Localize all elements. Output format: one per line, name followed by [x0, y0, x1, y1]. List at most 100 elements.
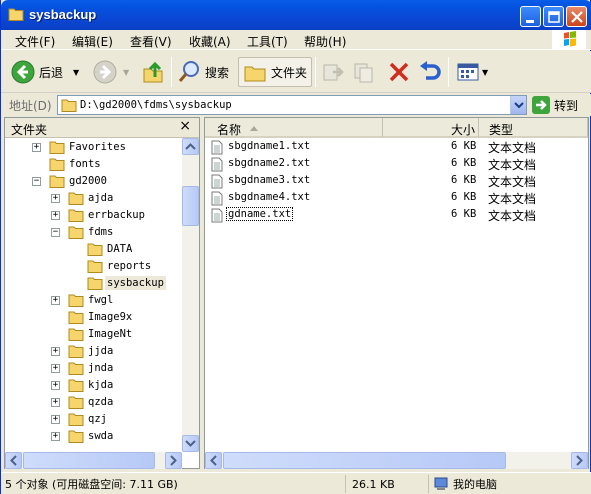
expand-icon[interactable]: +: [32, 143, 41, 152]
column-header-type[interactable]: 类型: [479, 118, 588, 138]
maximize-button[interactable]: [543, 6, 564, 27]
folder-tree-item[interactable]: reports: [5, 258, 183, 275]
folder-icon: [87, 277, 103, 290]
file-type: 文本文档: [488, 209, 537, 223]
go-label: 转到: [554, 98, 579, 113]
column-header-name[interactable]: 名称: [205, 118, 383, 138]
menu-file[interactable]: 文件(F): [15, 33, 55, 50]
file-type: 文本文档: [488, 175, 537, 189]
folder-icon: [8, 8, 24, 21]
views-button[interactable]: ▼: [456, 57, 488, 87]
collapse-icon[interactable]: −: [51, 228, 60, 237]
folder-tree-item[interactable]: ImageNt: [5, 326, 183, 343]
scroll-down-button[interactable]: [182, 435, 199, 452]
folder-tree-item[interactable]: sysbackup: [5, 275, 183, 292]
back-dropdown-icon[interactable]: ▼: [73, 68, 79, 77]
file-type: 文本文档: [488, 158, 537, 172]
folder-tree-item[interactable]: fonts: [5, 156, 183, 173]
folder-tree-item[interactable]: DATA: [5, 241, 183, 258]
expand-icon[interactable]: +: [51, 296, 60, 305]
file-name: sbgdname3.txt: [228, 174, 311, 186]
move-to-icon: [323, 64, 344, 81]
folder-tree-item[interactable]: + ajda: [5, 190, 183, 207]
address-input[interactable]: D:\gd2000\fdms\sysbackup: [57, 95, 527, 115]
file-row[interactable]: sbgdname1.txt 6 KB 文本文档: [205, 139, 588, 156]
move-to-button[interactable]: [321, 57, 345, 87]
scroll-up-button[interactable]: [182, 138, 199, 155]
forward-button[interactable]: ▼: [93, 57, 129, 87]
folder-icon: [68, 209, 84, 222]
minimize-button[interactable]: [520, 6, 541, 27]
forward-dropdown-icon[interactable]: ▼: [123, 68, 129, 77]
scroll-left-button[interactable]: [205, 452, 222, 469]
expand-icon[interactable]: +: [51, 211, 60, 220]
folder-tree-vscrollbar[interactable]: [182, 138, 199, 452]
folder-tree-item[interactable]: Image9x: [5, 309, 183, 326]
close-button[interactable]: [566, 6, 587, 27]
expand-icon[interactable]: +: [51, 432, 60, 441]
file-size: 6 KB: [451, 191, 477, 203]
address-dropdown-button[interactable]: [510, 96, 526, 114]
file-row[interactable]: sbgdname4.txt 6 KB 文本文档: [205, 190, 588, 207]
scroll-right-button[interactable]: [165, 452, 182, 469]
folder-tree-item[interactable]: + fwgl: [5, 292, 183, 309]
folder-tree: + Favorites fonts − gd2000 + ajda + errbackup − fd…: [5, 138, 183, 452]
folder-tree-item[interactable]: − gd2000: [5, 173, 183, 190]
folder-tree-label: reports: [107, 260, 152, 272]
menu-view[interactable]: 查看(V): [130, 33, 172, 50]
folder-tree-item[interactable]: + errbackup: [5, 207, 183, 224]
collapse-icon[interactable]: −: [32, 177, 41, 186]
expand-icon[interactable]: +: [51, 347, 60, 356]
folders-icon: [244, 66, 266, 82]
menu-favorites[interactable]: 收藏(A): [189, 33, 231, 50]
scroll-thumb[interactable]: [182, 186, 199, 226]
expand-icon[interactable]: +: [51, 194, 60, 203]
expand-icon[interactable]: +: [51, 381, 60, 390]
go-button[interactable]: 转到: [532, 95, 578, 115]
folder-tree-item[interactable]: + kjda: [5, 377, 183, 394]
file-row[interactable]: sbgdname3.txt 6 KB 文本文档: [205, 173, 588, 190]
expand-icon[interactable]: +: [51, 364, 60, 373]
folder-icon: [68, 413, 84, 426]
folder-tree-item[interactable]: + swda: [5, 428, 183, 445]
file-row[interactable]: gdname.txt 6 KB 文本文档: [205, 207, 588, 224]
folders-button[interactable]: 文件夹: [238, 57, 313, 87]
text-file-icon: [211, 174, 223, 189]
views-dropdown-icon[interactable]: ▼: [482, 68, 488, 77]
expand-icon[interactable]: +: [51, 415, 60, 424]
folder-tree-label: errbackup: [88, 209, 145, 221]
scroll-right-button[interactable]: [571, 452, 588, 469]
title-bar[interactable]: sysbackup: [1, 0, 591, 30]
scroll-thumb[interactable]: [23, 452, 155, 469]
menu-tools[interactable]: 工具(T): [247, 33, 288, 50]
folders-label: 文件夹: [271, 65, 308, 80]
folder-icon: [68, 311, 84, 324]
folder-tree-item[interactable]: + jjda: [5, 343, 183, 360]
delete-button[interactable]: [387, 57, 411, 87]
folder-tree-hscrollbar[interactable]: [5, 452, 182, 469]
folder-tree-item[interactable]: + jnda: [5, 360, 183, 377]
back-arrow-icon: [11, 60, 35, 84]
column-header-size[interactable]: 大小: [383, 118, 479, 138]
folder-tree-label: Favorites: [69, 141, 126, 153]
folder-tree-item[interactable]: − fdms: [5, 224, 183, 241]
sort-ascending-icon: [250, 126, 258, 131]
search-button[interactable]: 搜索: [177, 57, 229, 87]
copy-to-button[interactable]: [353, 57, 377, 87]
up-folder-button[interactable]: [141, 57, 165, 87]
minimize-icon: [526, 20, 534, 23]
scroll-left-button[interactable]: [5, 452, 22, 469]
folder-tree-item[interactable]: + qzda: [5, 394, 183, 411]
expand-icon[interactable]: +: [51, 398, 60, 407]
back-button[interactable]: 后退 ▼: [11, 57, 79, 87]
menu-help[interactable]: 帮助(H): [304, 33, 346, 50]
text-file-icon: [211, 208, 223, 223]
folders-pane-close-button[interactable]: ×: [179, 118, 191, 134]
menu-edit[interactable]: 编辑(E): [72, 33, 113, 50]
undo-button[interactable]: [418, 57, 442, 87]
file-list-hscrollbar[interactable]: [205, 452, 588, 469]
scroll-thumb[interactable]: [223, 452, 506, 469]
folder-tree-item[interactable]: + Favorites: [5, 139, 183, 156]
file-row[interactable]: sbgdname2.txt 6 KB 文本文档: [205, 156, 588, 173]
folder-tree-item[interactable]: + qzj: [5, 411, 183, 428]
